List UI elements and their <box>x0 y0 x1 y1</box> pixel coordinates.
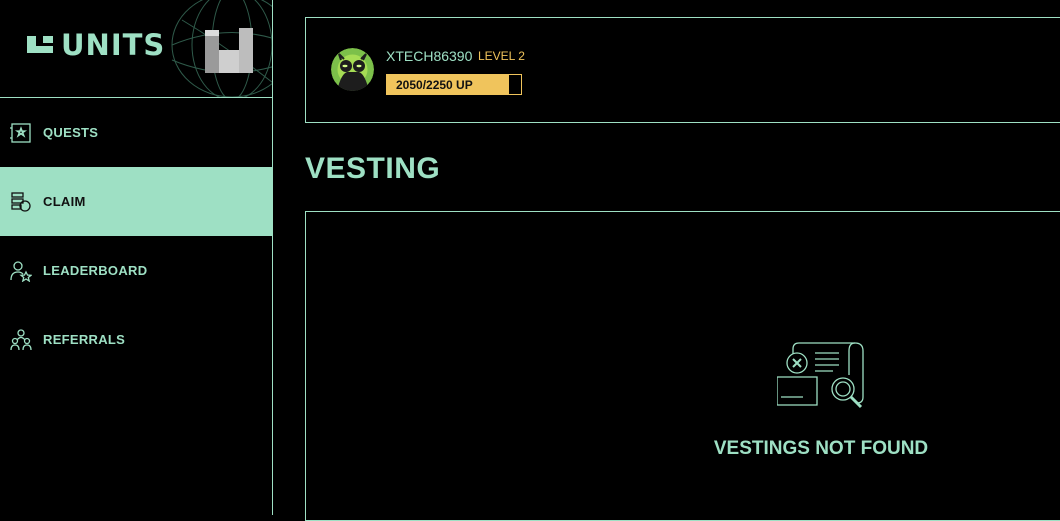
document-search-icon <box>777 342 864 409</box>
globe-decoration-icon <box>171 0 272 97</box>
empty-state-message: VESTINGS NOT FOUND <box>713 438 929 459</box>
username: XTECH86390 <box>386 48 473 64</box>
vesting-panel: VESTINGS NOT FOUND <box>305 211 1060 521</box>
units-logo-mark-icon <box>27 36 53 53</box>
sidebar-item-referrals[interactable]: REFERRALS <box>0 305 272 374</box>
sidebar-item-leaderboard[interactable]: LEADERBOARD <box>0 236 272 305</box>
level-badge: LEVEL 2 <box>478 49 525 63</box>
avatar-image-icon <box>331 48 374 91</box>
sidebar: UNITS QUESTS CLAIM LEADERBOARD REFERRALS <box>0 0 273 515</box>
profile-card: XTECH86390 LEVEL 2 2050/2250 UP <box>305 17 1060 123</box>
sidebar-item-label: QUESTS <box>43 125 99 140</box>
xp-progress-text: 2050/2250 UP <box>396 78 473 92</box>
sidebar-item-label: CLAIM <box>43 194 86 209</box>
logo-area: UNITS <box>0 0 272 98</box>
units-logo[interactable]: UNITS <box>27 28 165 62</box>
claim-icon <box>11 192 31 212</box>
xp-progress-bar: 2050/2250 UP <box>386 74 522 95</box>
quest-icon <box>10 123 31 143</box>
sidebar-item-label: REFERRALS <box>43 332 126 347</box>
referrals-icon <box>10 329 32 351</box>
sidebar-item-label: LEADERBOARD <box>43 263 148 278</box>
sidebar-item-quests[interactable]: QUESTS <box>0 98 272 167</box>
avatar[interactable] <box>331 48 374 91</box>
sidebar-item-claim[interactable]: CLAIM <box>0 167 272 236</box>
page-title: VESTING <box>305 152 441 185</box>
leaderboard-icon <box>10 261 32 282</box>
logo-text: UNITS <box>61 28 166 62</box>
